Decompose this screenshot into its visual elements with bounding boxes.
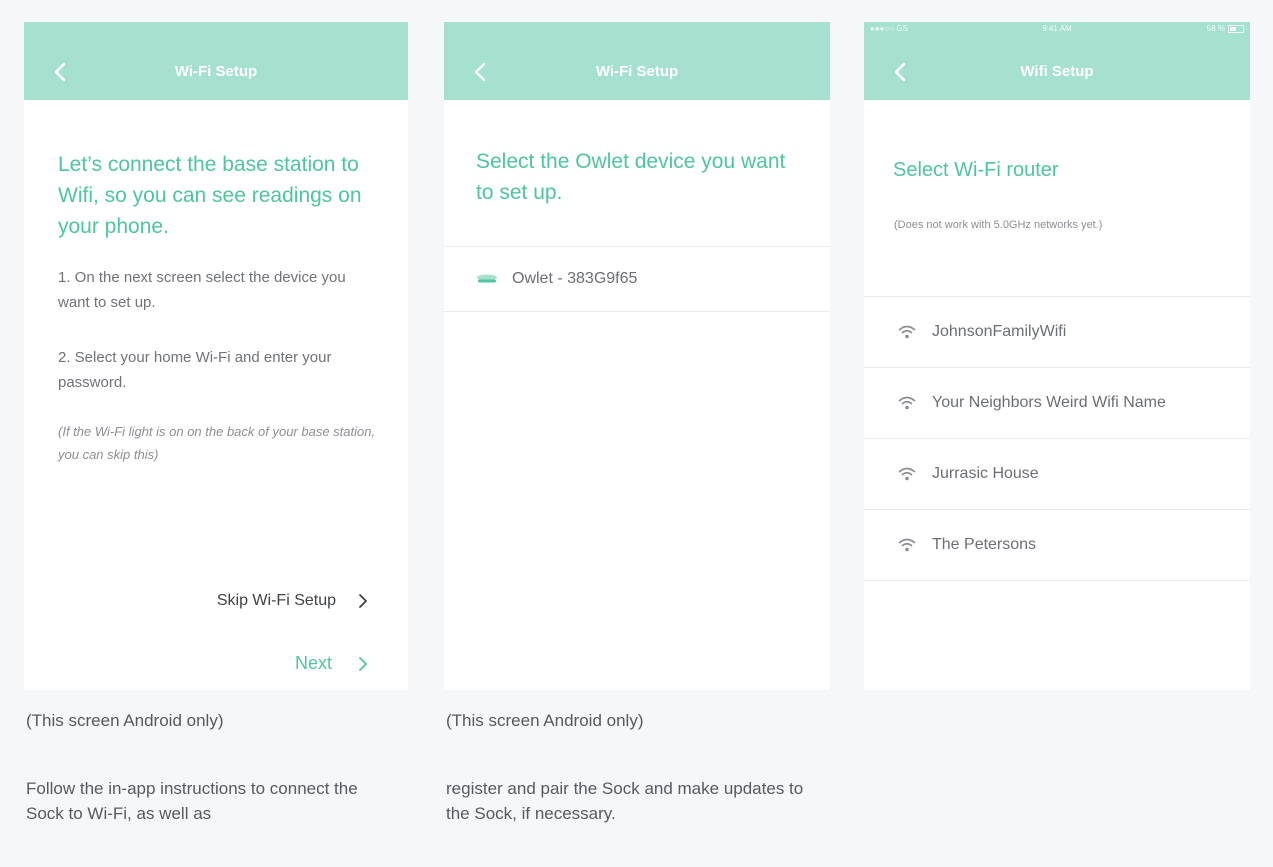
app-bar: Wi-Fi Setup bbox=[24, 22, 408, 100]
caption-follow-1: Follow the in-app instructions to connec… bbox=[26, 779, 358, 823]
next-button[interactable]: Next bbox=[295, 653, 368, 674]
owlet-base-icon bbox=[476, 274, 498, 284]
screen-wifi-intro: Wi-Fi Setup Let’s connect the base stati… bbox=[24, 22, 408, 690]
screen-title: Wifi Setup bbox=[1020, 63, 1094, 80]
battery-status: 58 % bbox=[1207, 24, 1244, 33]
wifi-network-list: JohnsonFamilyWifi Your Neighbors Weird W… bbox=[864, 296, 1250, 581]
next-label: Next bbox=[294, 653, 332, 673]
wifi-icon bbox=[898, 538, 916, 552]
screen-select-router: ●●●○○ GS 9:41 AM 58 % Wifi Setup Select … bbox=[864, 22, 1250, 690]
battery-percent: 58 % bbox=[1206, 24, 1225, 33]
wifi-network-name: JohnsonFamilyWifi bbox=[932, 323, 1067, 340]
wifi-network-item[interactable]: The Petersons bbox=[864, 509, 1250, 581]
wifi-network-name: The Petersons bbox=[932, 536, 1037, 553]
5ghz-note: (Does not work with 5.0GHz networks yet.… bbox=[894, 219, 1103, 231]
device-list-item[interactable]: Owlet - 383G9f65 bbox=[444, 246, 830, 312]
skip-label: Skip Wi-Fi Setup bbox=[216, 592, 336, 609]
wifi-network-item[interactable]: Your Neighbors Weird Wifi Name bbox=[864, 367, 1250, 438]
app-bar: ●●●○○ GS 9:41 AM 58 % Wifi Setup bbox=[864, 22, 1250, 100]
skip-note: (If the Wi-Fi light is on on the back of… bbox=[58, 424, 376, 462]
screen-select-device: Wi-Fi Setup Select the Owlet device you … bbox=[444, 22, 830, 690]
battery-icon bbox=[1228, 24, 1244, 33]
status-bar: ●●●○○ GS 9:41 AM 58 % bbox=[870, 24, 1244, 36]
wifi-network-name: Your Neighbors Weird Wifi Name bbox=[932, 394, 1166, 411]
status-time: 9:41 AM bbox=[1042, 24, 1072, 33]
chevron-right-icon bbox=[359, 594, 367, 608]
wifi-network-item[interactable]: Jurrasic House bbox=[864, 438, 1250, 509]
wifi-icon bbox=[898, 396, 916, 410]
device-name: Owlet - 383G9f65 bbox=[512, 270, 638, 287]
step-1-text: 1. On the next screen select the device … bbox=[58, 269, 346, 311]
wifi-icon bbox=[898, 467, 916, 481]
skip-wifi-setup-button[interactable]: Skip Wi-Fi Setup bbox=[217, 592, 368, 610]
caption-android-only-1: (This screen Android only) bbox=[26, 711, 224, 730]
wifi-network-name: Jurrasic House bbox=[932, 465, 1039, 482]
intro-heading: Let’s connect the base station to Wifi, … bbox=[58, 153, 362, 238]
app-bar: Wi-Fi Setup bbox=[444, 22, 830, 100]
caption-android-only-2: (This screen Android only) bbox=[446, 711, 644, 730]
screen-title: Wi-Fi Setup bbox=[174, 63, 258, 80]
select-router-heading: Select Wi-Fi router bbox=[893, 159, 1059, 181]
wifi-network-item[interactable]: JohnsonFamilyWifi bbox=[864, 296, 1250, 367]
wifi-icon bbox=[898, 325, 916, 339]
select-device-heading: Select the Owlet device you want to set … bbox=[476, 150, 786, 204]
caption-follow-2: register and pair the Sock and make upda… bbox=[446, 779, 804, 823]
screen-title: Wi-Fi Setup bbox=[595, 63, 679, 80]
step-2-text: 2. Select your home Wi-Fi and enter your… bbox=[58, 349, 332, 391]
chevron-right-icon bbox=[359, 656, 367, 671]
